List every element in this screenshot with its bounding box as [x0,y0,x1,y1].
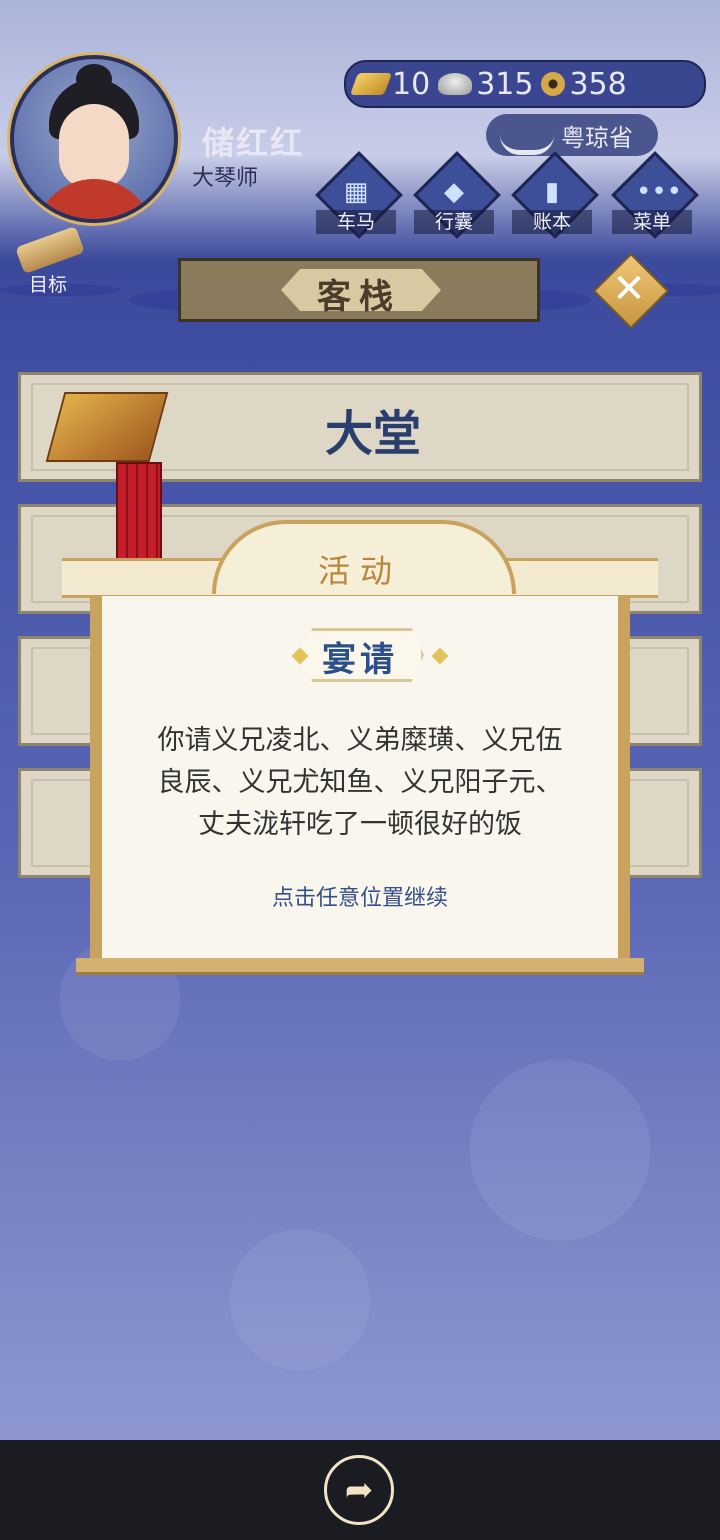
message-line: 丈夫泷轩吃了一顿很好的饭 [198,809,522,840]
carriage-icon: ▦ [343,177,369,207]
menu-label: 车马 [316,210,396,234]
popup-message: 你请义兄凌北、义弟糜璜、义兄伍 良辰、义兄尤知鱼、义兄阳子元、 丈夫泷轩吃了一顿… [130,720,590,846]
share-icon: ➦ [344,1470,374,1510]
share-button[interactable]: ➦ [324,1455,394,1525]
popup-subtitle: 宴请 [322,640,398,680]
message-line: 你请义兄凌北、义弟糜璜、义兄伍 [157,725,563,756]
gold-counter: 10 [349,66,431,102]
boat-icon [500,120,554,155]
province-label: 粤琼省 [561,123,633,152]
location-banner: 客栈 [178,258,540,322]
popup-header-title: 活动 [317,552,402,590]
currency-bar: 10 315 358 [344,60,706,108]
scroll-icon [15,225,85,275]
player-title: 大琴师 [192,166,259,191]
player-name: 储红红 [202,124,305,162]
bundle-icon: ◆ [444,177,464,207]
menu-button-bundle[interactable]: ◆ 行囊 [413,151,501,240]
silver-ingot-icon [438,73,473,95]
book-icon [45,392,169,462]
avatar-bun [76,64,112,94]
menu-button-ledger[interactable]: ▮ 账本 [511,151,599,240]
avatar-robe [34,179,154,219]
message-line: 良辰、义兄尤知鱼、义兄阳子元、 [157,767,563,798]
goal-label: 目标 [28,274,67,296]
copper-coin-icon [541,72,566,96]
menu-button-carriage[interactable]: ▦ 车马 [315,151,403,240]
close-icon: ✕ [612,266,646,312]
goal-button[interactable]: 目标 [12,225,85,296]
coin-counter: 358 [541,66,627,102]
silver-value: 315 [476,66,534,102]
menu-label: 行囊 [414,210,494,234]
location-title: 客栈 [317,277,401,317]
menu-label: 菜单 [612,210,692,234]
menu-label: 账本 [512,210,592,234]
gold-value: 10 [392,66,431,102]
player-avatar[interactable] [10,55,178,223]
event-popup[interactable]: 宴请 你请义兄凌北、义弟糜璜、义兄伍 良辰、义兄尤知鱼、义兄阳子元、 丈夫泷轩吃… [90,596,630,964]
more-icon: ••• [636,177,683,207]
gold-ingot-icon [349,73,393,95]
popup-header: 活动 [62,520,658,600]
silver-counter: 315 [438,67,533,102]
coin-value: 358 [569,66,627,102]
province-button[interactable]: 粤琼省 [486,114,658,156]
ledger-icon: ▮ [544,177,560,207]
avatar-face [59,104,129,189]
continue-hint[interactable]: 点击任意位置继续 [102,880,618,912]
menu-button-more[interactable]: ••• 菜单 [611,151,699,240]
popup-bottom-rail [76,958,644,975]
